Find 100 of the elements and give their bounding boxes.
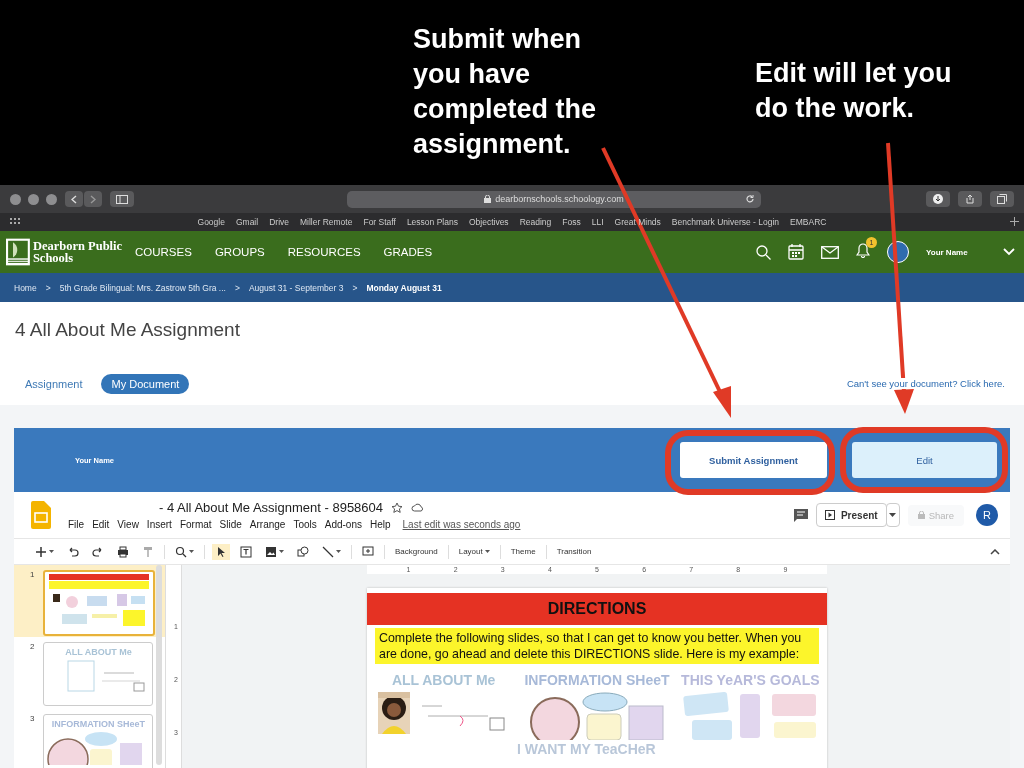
instructions-text: Complete the following slides, so that I can get to know you better. When you are done, go ahead and delete this DIRECTIONS slide. Here is my example: xyxy=(375,628,819,664)
document-title[interactable]: - 4 All About Me Assignment - 8958604 xyxy=(159,500,384,515)
nav-link[interactable]: GRADES xyxy=(383,246,433,258)
share-icon xyxy=(965,194,975,204)
bookmark-link[interactable]: Google xyxy=(197,217,225,227)
bookmark-link[interactable]: LLI xyxy=(591,217,604,227)
comment-icon[interactable] xyxy=(793,508,808,522)
menu-item[interactable]: View xyxy=(117,519,139,530)
mail-icon[interactable] xyxy=(821,245,839,259)
download-icon xyxy=(933,194,943,204)
undo-icon xyxy=(67,545,79,558)
collapse-icon[interactable] xyxy=(990,548,1000,555)
apps-grid-icon[interactable] xyxy=(10,218,20,225)
toolbar-button[interactable]: Theme xyxy=(507,545,539,558)
address-bar[interactable]: dearbornschools.schoology.com xyxy=(347,190,761,208)
user-name[interactable]: Your Name xyxy=(926,247,986,257)
menu-item[interactable]: Add-ons xyxy=(324,519,362,530)
tabs-icon xyxy=(997,194,1007,204)
thumbnail-title: ALL ABOUT Me xyxy=(65,647,132,657)
forward-button[interactable] xyxy=(84,191,102,207)
window-control-icon[interactable] xyxy=(28,193,39,205)
breadcrumb-link[interactable]: 5th Grade Bilingual: Mrs. Zastrow 5th Gra ... xyxy=(59,282,226,293)
tab[interactable]: My Document xyxy=(101,373,190,394)
bookmark-link[interactable]: Objectives xyxy=(468,217,509,227)
reload-icon[interactable] xyxy=(745,193,755,204)
bookmark-link[interactable]: Benchmark Universe - Login xyxy=(671,217,780,227)
menu-item[interactable]: Edit xyxy=(92,519,110,530)
chevron-down-icon[interactable] xyxy=(1003,248,1015,256)
menu-item[interactable]: Format xyxy=(179,519,212,530)
comment-add-icon xyxy=(362,545,374,558)
page-title: 4 All About Me Assignment xyxy=(15,319,241,341)
slide-subtitle: I WANT MY TeaCHeR xyxy=(517,741,656,757)
shape-icon xyxy=(297,545,309,558)
nav-link[interactable]: COURSES xyxy=(135,246,192,258)
plus-icon[interactable] xyxy=(1009,216,1020,227)
slide-number: 2 xyxy=(30,642,35,653)
cloud-icon[interactable] xyxy=(411,503,425,512)
tabs-button[interactable] xyxy=(990,191,1014,207)
lock-icon xyxy=(484,195,492,203)
slide-number: 3 xyxy=(30,714,35,725)
menu-item[interactable]: Insert xyxy=(146,519,172,530)
bookmark-link[interactable]: EMBARC xyxy=(790,217,827,227)
line-icon xyxy=(322,545,334,558)
toolbar-button[interactable]: Layout xyxy=(455,545,493,558)
nav-link[interactable]: GROUPS xyxy=(214,246,265,258)
tab[interactable]: Assignment xyxy=(15,373,93,394)
nav-link[interactable]: RESOURCES xyxy=(287,246,361,258)
caret-down-icon xyxy=(49,550,54,553)
calendar-icon[interactable] xyxy=(788,244,804,260)
school-name: Dearborn Public Schools xyxy=(32,240,124,264)
bookmark-link[interactable]: Foss xyxy=(562,217,581,227)
edit-button[interactable]: Edit xyxy=(852,442,997,478)
share-button[interactable] xyxy=(958,191,982,207)
redo-icon xyxy=(92,545,104,558)
text-box-icon xyxy=(240,545,252,558)
last-edit-link[interactable]: Last edit was seconds ago xyxy=(402,519,521,530)
caret-down-icon xyxy=(189,550,194,553)
chevron-left-icon xyxy=(71,194,77,204)
bookmark-link[interactable]: Lesson Plans xyxy=(406,217,458,227)
shape-button[interactable] xyxy=(294,543,312,560)
menu-item[interactable]: Help xyxy=(370,519,391,530)
window-control-icon[interactable] xyxy=(10,193,21,205)
submit-button[interactable]: Submit Assignment xyxy=(680,442,827,478)
bookmark-link[interactable]: Reading xyxy=(519,217,552,227)
bookmark-link[interactable]: Miller Remote xyxy=(300,217,353,227)
toolbar-button[interactable]: Background xyxy=(392,545,441,558)
slide-thumbnail-row[interactable]: 1 xyxy=(14,565,165,637)
window-control-icon[interactable] xyxy=(46,193,57,205)
sidebar-button[interactable] xyxy=(110,191,134,207)
menu-item[interactable]: Arrange xyxy=(249,519,286,530)
example-title: INFORMATION SHeeT xyxy=(524,672,670,688)
lock-icon xyxy=(917,511,925,519)
toolbar-button[interactable]: Transition xyxy=(553,545,595,558)
slide-heading: DIRECTIONS xyxy=(367,593,827,625)
account-avatar[interactable]: R xyxy=(976,504,998,526)
breadcrumb-link[interactable]: Home xyxy=(14,282,37,293)
bookmark-link[interactable]: Drive xyxy=(269,217,289,227)
bookmark-link[interactable]: For Staff xyxy=(363,217,396,227)
breadcrumb-link[interactable]: Monday August 31 xyxy=(366,282,442,293)
back-button[interactable] xyxy=(65,191,83,207)
present-icon xyxy=(824,510,835,520)
download-button[interactable] xyxy=(926,191,950,207)
scrollbar[interactable] xyxy=(156,565,162,765)
breadcrumb-link[interactable]: August 31 - September 3 xyxy=(248,282,344,293)
bell-icon[interactable] xyxy=(856,242,870,258)
help-link[interactable]: Can't see your document? Click here. xyxy=(846,378,1005,390)
star-icon[interactable] xyxy=(391,501,404,514)
bookmark-link[interactable]: Gmail xyxy=(235,217,259,227)
present-button[interactable]: Present xyxy=(815,503,887,527)
caret-down-icon xyxy=(889,513,897,517)
menu-item[interactable]: Tools xyxy=(293,519,317,530)
breadcrumb-separator: > xyxy=(45,282,51,293)
search-icon[interactable] xyxy=(756,244,771,260)
text-box-button[interactable] xyxy=(237,543,255,560)
menu-item[interactable]: Slide xyxy=(219,519,242,530)
menu-item[interactable]: File xyxy=(68,519,85,530)
caret-down-icon xyxy=(336,550,341,553)
example-title: THIS YeAR'S GOALS xyxy=(681,672,820,688)
cursor-button[interactable] xyxy=(212,543,230,560)
annotation-text: Submit when you have completed the assignment. xyxy=(413,23,598,161)
